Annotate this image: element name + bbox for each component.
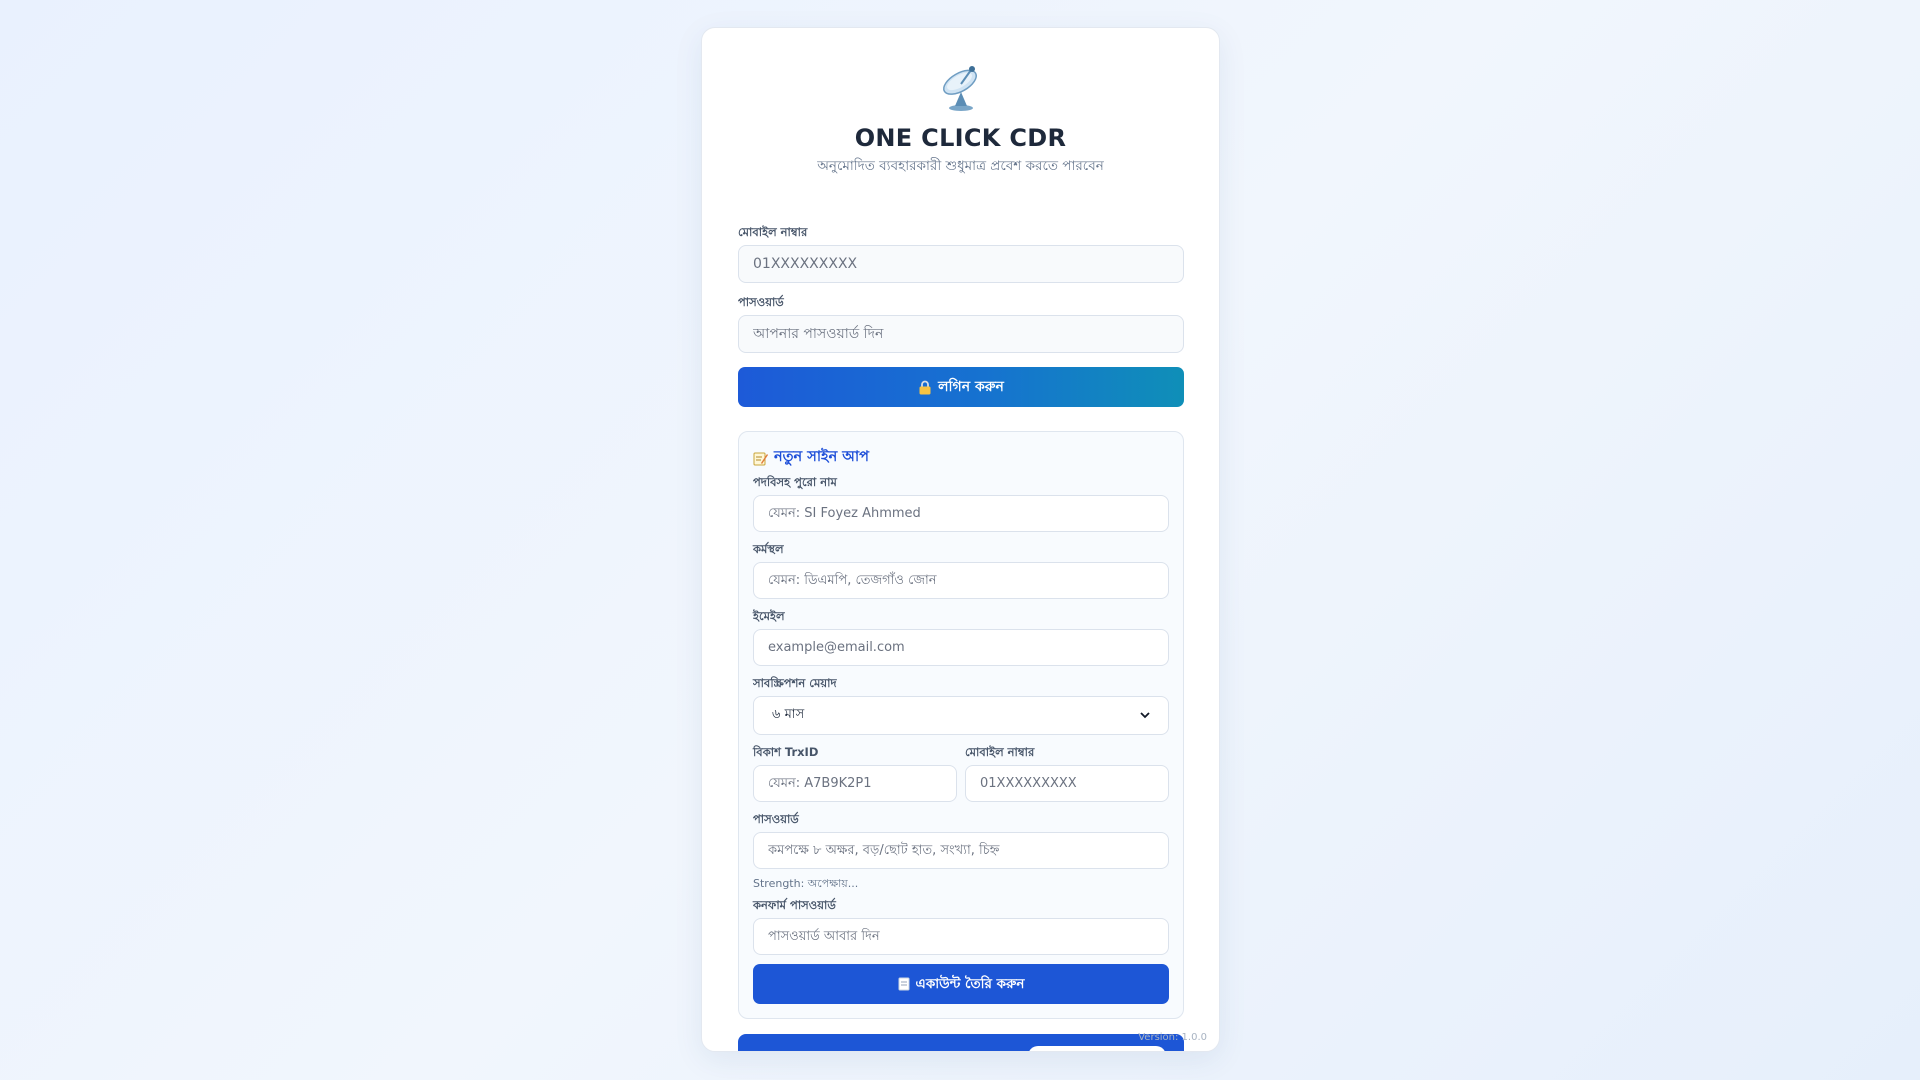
app-title: ONE CLICK CDR (854, 124, 1067, 152)
login-button[interactable]: লগিন করুন (738, 367, 1184, 407)
login-password-label: পাসওয়ার্ড (738, 295, 784, 309)
confirm-password-input[interactable] (753, 918, 1169, 955)
trxid-label: বিকাশ TrxID (753, 745, 819, 759)
email-label: ইমেইল (753, 609, 785, 623)
create-account-label: একাউন্ট তৈরি করুন (915, 975, 1025, 992)
lock-icon (918, 380, 932, 395)
app-subtitle: অনুমোদিত ব্যবহারকারী শুধুমাত্র প্রবেশ কর… (817, 158, 1104, 174)
document-icon (898, 977, 910, 991)
signup-panel: নতুন সাইন আপ পদবিসহ পুরো নাম কর্মস্থল ইম… (738, 431, 1184, 1019)
subscription-label: সাবস্ক্রিপশন মেয়াদ (753, 676, 837, 690)
login-mobile-label: মোবাইল নাম্বার (738, 225, 808, 239)
password-strength: Strength: অপেক্ষায়... (753, 877, 859, 890)
workplace-label: কর্মস্থল (753, 542, 784, 556)
satellite-dish-icon (702, 62, 1219, 127)
signup-password-input[interactable] (753, 832, 1169, 869)
workplace-input[interactable] (753, 562, 1169, 599)
confirm-password-label: কনফার্ম পাসওয়ার্ড (753, 898, 836, 912)
chevron-down-icon (1140, 708, 1150, 723)
login-password-input[interactable] (738, 315, 1184, 353)
version-text: Version: 1.0.0 (1138, 1032, 1207, 1043)
signup-mobile-label: মোবাইল নাম্বার (965, 745, 1035, 759)
memo-icon (753, 451, 768, 466)
email-input[interactable] (753, 629, 1169, 666)
subscription-value: ৬ মাস (772, 707, 805, 722)
signup-title-text: নতুন সাইন আপ (774, 449, 870, 465)
login-mobile-input[interactable] (738, 245, 1184, 283)
subscription-select[interactable]: ৬ মাস (753, 696, 1169, 735)
create-account-button[interactable]: একাউন্ট তৈরি করুন (753, 964, 1169, 1004)
login-card: ONE CLICK CDR অনুমোদিত ব্যবহারকারী শুধুম… (701, 27, 1220, 1052)
trxid-input[interactable] (753, 765, 957, 802)
signup-mobile-input[interactable] (965, 765, 1169, 802)
bottom-action-bar[interactable] (738, 1034, 1184, 1051)
signup-title: নতুন সাইন আপ (753, 446, 869, 470)
fullname-label: পদবিসহ পুরো নাম (753, 475, 837, 489)
fullname-input[interactable] (753, 495, 1169, 532)
login-button-label: লগিন করুন (938, 379, 1004, 395)
signup-password-label: পাসওয়ার্ড (753, 812, 799, 826)
bottom-pill[interactable] (1028, 1046, 1166, 1051)
